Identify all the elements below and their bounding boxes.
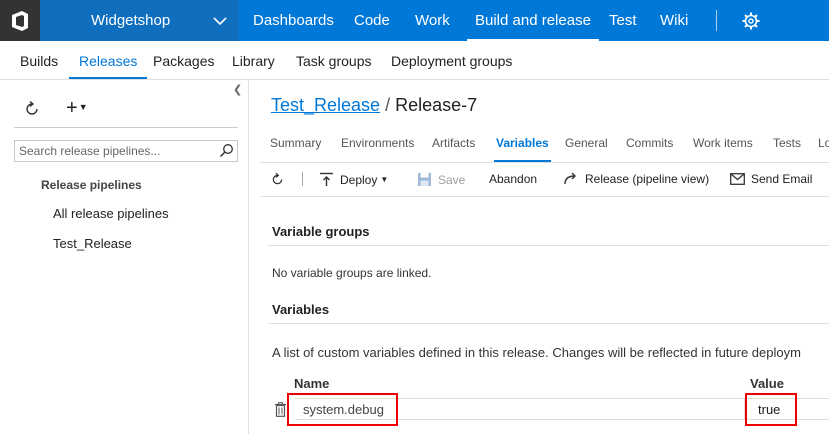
tab-summary[interactable]: Summary (270, 136, 321, 150)
column-header-value: Value (750, 376, 784, 391)
mail-icon (730, 173, 745, 185)
save-icon (418, 173, 431, 186)
refresh-icon (272, 172, 283, 185)
collapse-pane-icon[interactable]: ❮ (233, 83, 242, 96)
release-pipeline-view-button[interactable]: Release (pipeline view) (563, 172, 709, 186)
save-label: Save (438, 172, 466, 187)
new-pipeline-button[interactable]: +▼ (66, 97, 88, 120)
deploy-icon (320, 172, 333, 186)
tabs-divider (260, 162, 829, 163)
toolbar-separator (302, 172, 303, 186)
project-selector[interactable]: Widgetshop (40, 0, 239, 41)
subnav-library[interactable]: Library (232, 53, 275, 69)
subnav-task-groups[interactable]: Task groups (296, 53, 371, 69)
refresh-icon[interactable] (23, 100, 41, 118)
release-pipelines-pane: ❮ +▼ Release pipelines All release pipel… (0, 80, 249, 434)
send-email-button[interactable]: Send Email (730, 172, 812, 186)
project-name: Widgetshop (91, 12, 171, 29)
section-divider (268, 245, 829, 246)
refresh-release-button[interactable] (270, 172, 291, 187)
abandon-button[interactable]: Abandon (489, 172, 537, 186)
nav-code[interactable]: Code (354, 12, 390, 29)
subnav-releases[interactable]: Releases (68, 53, 148, 79)
pipeline-item-test-release[interactable]: Test_Release (53, 236, 132, 251)
nav-divider (716, 10, 717, 31)
search-input[interactable] (15, 141, 210, 161)
abandon-label: Abandon (489, 172, 538, 186)
breadcrumb-pipeline-link[interactable]: Test_Release (271, 95, 380, 115)
gear-icon[interactable] (742, 12, 760, 30)
highlight-box-name (287, 393, 398, 426)
tab-variables[interactable]: Variables (494, 136, 551, 162)
pipeline-item-all[interactable]: All release pipelines (53, 206, 169, 221)
variable-groups-title: Variable groups (272, 224, 370, 239)
chevron-down-icon (213, 17, 227, 26)
release-pipelines-header: Release pipelines (41, 178, 142, 192)
subnav-packages[interactable]: Packages (153, 53, 214, 69)
tab-tests[interactable]: Tests (773, 136, 801, 150)
highlight-box-value (745, 393, 797, 426)
divider (14, 127, 238, 128)
breadcrumb: Test_Release / Release-7 (271, 95, 477, 116)
nav-wiki[interactable]: Wiki (660, 12, 688, 29)
top-nav-bar: Widgetshop Dashboards Code Work Build an… (0, 0, 829, 41)
nav-test[interactable]: Test (609, 12, 637, 29)
nav-work[interactable]: Work (415, 12, 450, 29)
section-divider (268, 323, 829, 324)
send-email-label: Send Email (751, 172, 813, 186)
nav-build-and-release[interactable]: Build and release (467, 12, 599, 41)
column-header-name: Name (294, 376, 330, 391)
deploy-label: Deploy (340, 172, 378, 187)
tab-artifacts[interactable]: Artifacts (432, 136, 475, 150)
variables-title: Variables (272, 302, 330, 317)
trash-icon[interactable] (274, 402, 287, 417)
tab-commits[interactable]: Commits (626, 136, 673, 150)
redo-arrow-icon (564, 172, 576, 185)
caret-down-icon: ▼ (380, 175, 389, 184)
vsts-logo-icon[interactable] (0, 0, 40, 41)
tab-environments[interactable]: Environments (341, 136, 414, 150)
subnav-builds[interactable]: Builds (20, 53, 58, 69)
breadcrumb-separator: / (385, 95, 391, 115)
tab-logs[interactable]: Lo (818, 136, 829, 150)
variables-description: A list of custom variables defined in th… (272, 345, 801, 360)
no-variable-groups-text: No variable groups are linked. (272, 266, 432, 280)
breadcrumb-release: Release-7 (395, 95, 478, 115)
tab-work-items[interactable]: Work items (693, 136, 753, 150)
tab-general[interactable]: General (565, 136, 608, 150)
pipeline-view-label: Release (pipeline view) (585, 172, 710, 186)
deploy-button[interactable]: Deploy ▼ (319, 172, 388, 187)
sub-nav-bar: Builds Releases Packages Library Task gr… (0, 41, 829, 80)
nav-dashboards[interactable]: Dashboards (253, 12, 334, 29)
caret-down-icon: ▼ (78, 102, 88, 112)
toolbar-divider (260, 196, 829, 197)
search-icon[interactable] (219, 143, 234, 158)
subnav-deployment-groups[interactable]: Deployment groups (391, 53, 512, 69)
save-button[interactable]: Save (417, 172, 465, 187)
search-box (14, 140, 238, 162)
